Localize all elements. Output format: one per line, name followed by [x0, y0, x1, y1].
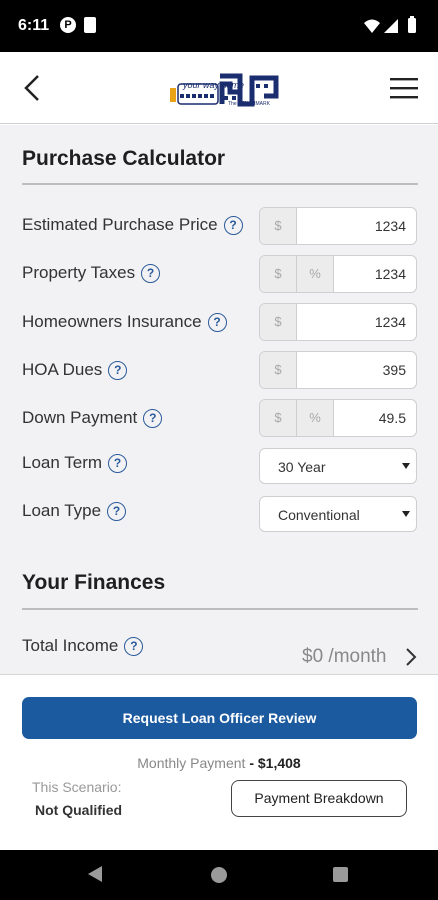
loan-type-label: Loan Type ? [22, 501, 127, 521]
hamburger-menu-icon[interactable] [390, 76, 418, 100]
help-icon[interactable]: ? [141, 263, 161, 283]
purchase-price-label-text: Estimated Purchase Price [22, 215, 218, 234]
calculator-content[interactable]: Purchase Calculator Estimated Purchase P… [0, 125, 438, 674]
section-divider [22, 608, 418, 610]
dollar-addon[interactable]: $ [260, 352, 297, 388]
percent-addon[interactable]: % [297, 256, 334, 292]
dollar-addon[interactable]: $ [260, 256, 297, 292]
property-taxes-label: Property Taxes ? [22, 263, 161, 283]
dollar-addon[interactable]: $ [260, 400, 297, 436]
loan-term-select[interactable]: 30 Year [259, 448, 417, 484]
logo-subtext: The BENCHMARK [228, 101, 270, 107]
purchase-price-label: Estimated Purchase Price ? [22, 215, 243, 235]
help-icon[interactable]: ? [124, 636, 144, 656]
help-icon[interactable]: ? [107, 501, 127, 521]
scenario-status: Not Qualified [35, 802, 123, 818]
hoa-dues-label-text: HOA Dues [22, 360, 103, 379]
property-taxes-field[interactable]: $ % 1234 [259, 255, 417, 293]
notification-p-icon: P [60, 17, 76, 33]
total-income-value[interactable]: $0 /month [302, 646, 387, 668]
logo-text: your way home [183, 80, 245, 90]
down-payment-field[interactable]: $ % 49.5 [259, 399, 417, 437]
caret-down-icon [402, 463, 410, 469]
loan-term-label: Loan Term ? [22, 453, 128, 473]
purchase-price-input[interactable]: 1234 [297, 208, 416, 244]
system-nav-bar [0, 850, 438, 900]
summary-footer: Request Loan Officer Review Monthly Paym… [0, 674, 438, 850]
nav-home-icon[interactable] [211, 867, 227, 883]
status-time: 6:11 [18, 17, 50, 34]
loan-type-select[interactable]: Conventional [259, 496, 417, 532]
loan-term-selected: 30 Year [278, 459, 326, 475]
loan-type-selected: Conventional [278, 507, 360, 523]
property-taxes-label-text: Property Taxes [22, 263, 136, 282]
chevron-right-icon[interactable] [402, 647, 420, 667]
hoa-dues-label: HOA Dues ? [22, 360, 128, 380]
request-loan-officer-review-button[interactable]: Request Loan Officer Review [22, 697, 417, 739]
help-icon[interactable]: ? [207, 312, 227, 332]
down-payment-input[interactable]: 49.5 [334, 400, 416, 436]
section-divider [22, 183, 418, 185]
monthly-payment-label: Monthly Payment [137, 755, 246, 771]
help-icon[interactable]: ? [223, 215, 243, 235]
scenario-label: This Scenario: [32, 779, 122, 795]
back-chevron-icon[interactable] [18, 72, 50, 104]
help-icon[interactable]: ? [108, 453, 128, 473]
your-finances-title: Your Finances [22, 571, 166, 594]
property-taxes-input[interactable]: 1234 [334, 256, 416, 292]
down-payment-label: Down Payment ? [22, 408, 163, 428]
percent-addon[interactable]: % [297, 400, 334, 436]
homeowners-insurance-label: Homeowners Insurance ? [22, 312, 227, 332]
help-icon[interactable]: ? [108, 360, 128, 380]
total-income-label: Total Income ? [22, 636, 144, 656]
dollar-addon[interactable]: $ [260, 208, 297, 244]
help-icon[interactable]: ? [143, 408, 163, 428]
total-income-label-text: Total Income [22, 636, 119, 655]
status-bar: 6:11 P [0, 0, 438, 52]
purchase-calculator-title: Purchase Calculator [22, 147, 226, 170]
homeowners-insurance-label-text: Homeowners Insurance [22, 312, 202, 331]
monthly-payment-amount: $1,408 [257, 755, 301, 771]
hoa-dues-field[interactable]: $ 395 [259, 351, 417, 389]
dollar-addon[interactable]: $ [260, 304, 297, 340]
hoa-dues-input[interactable]: 395 [297, 352, 416, 388]
purchase-price-field[interactable]: $ 1234 [259, 207, 417, 245]
app-header: your way home The BENCHMARK [0, 52, 438, 124]
loan-type-label-text: Loan Type [22, 501, 102, 520]
homeowners-insurance-field[interactable]: $ 1234 [259, 303, 417, 341]
loan-term-label-text: Loan Term [22, 453, 103, 472]
caret-down-icon [402, 511, 410, 517]
nav-back-icon[interactable] [88, 866, 102, 882]
homeowners-insurance-input[interactable]: 1234 [297, 304, 416, 340]
down-payment-label-text: Down Payment [22, 408, 138, 427]
nav-recents-icon[interactable] [333, 867, 348, 882]
payment-breakdown-button[interactable]: Payment Breakdown [231, 780, 407, 817]
monthly-payment-line: Monthly Payment - $1,408 [0, 755, 438, 771]
status-indicators-icon [364, 16, 416, 33]
monthly-payment-separator: - [245, 755, 258, 771]
sd-card-icon [84, 17, 96, 33]
